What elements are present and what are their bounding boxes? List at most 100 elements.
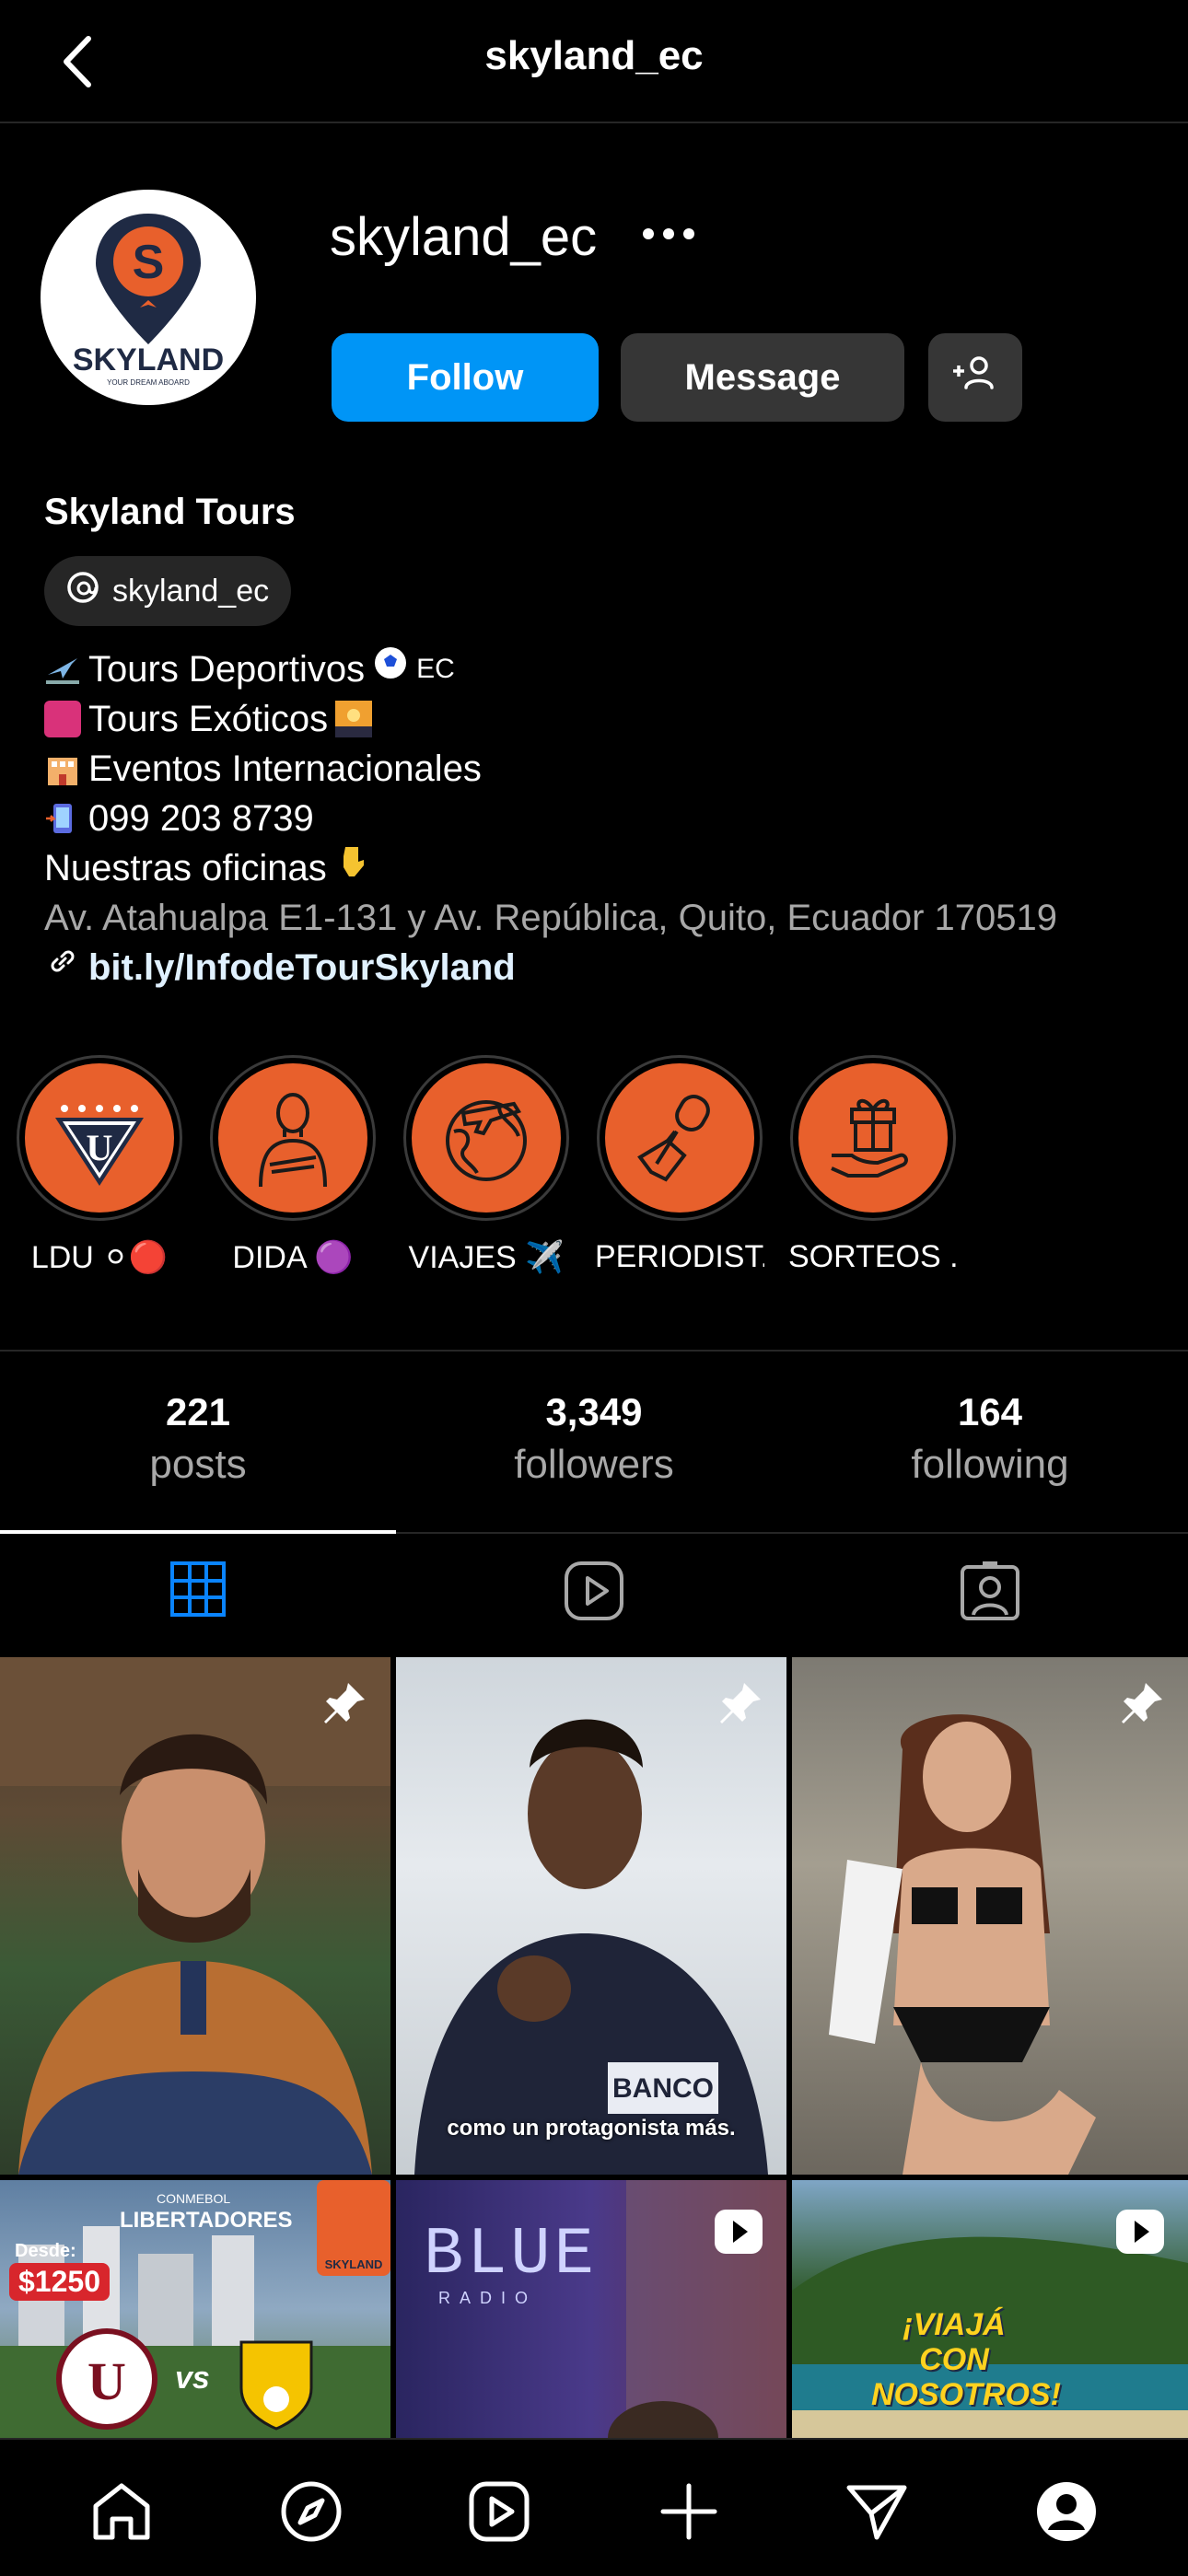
profile-username: skyland_ec bbox=[330, 207, 598, 267]
post-libertadores[interactable]: U CONMEBOL LIBERTADORES SKYLAND Desde: $… bbox=[0, 2180, 390, 2438]
reel-indicator-icon bbox=[713, 2208, 764, 2256]
globe-plane-icon bbox=[426, 1076, 546, 1201]
post-price: $1250 bbox=[9, 2263, 110, 2301]
svg-text:U: U bbox=[87, 2351, 126, 2411]
following-count[interactable]: 164 following bbox=[792, 1390, 1188, 1488]
post-vs: vs bbox=[175, 2361, 210, 2396]
stat-label: followers bbox=[514, 1442, 674, 1487]
post-overlay-small: RADIO bbox=[438, 2289, 538, 2307]
post-overlay-title: ¡VIAJÁ CON NOSOTROS! bbox=[871, 2307, 1061, 2412]
highlight-periodistas[interactable]: PERIODIST... bbox=[595, 1055, 764, 1275]
threads-badge[interactable]: skyland_ec bbox=[44, 556, 291, 626]
tab-posts-grid[interactable] bbox=[0, 1560, 396, 1624]
highlight-label: DIDA 🟣 bbox=[232, 1240, 354, 1275]
tagged-icon bbox=[959, 1560, 1021, 1624]
passport-icon bbox=[44, 701, 81, 737]
soccer-ball-icon bbox=[372, 644, 409, 694]
bio-line-2: Tours Exóticos bbox=[88, 699, 329, 739]
bio-line-1: Tours Deportivos bbox=[88, 649, 366, 690]
reel-indicator-icon bbox=[1114, 2208, 1166, 2256]
post-price-label: Desde: bbox=[15, 2241, 76, 2261]
display-name: Skyland Tours bbox=[44, 492, 296, 532]
pointing-down-icon bbox=[334, 843, 371, 893]
bio-line-1-suffix: EC bbox=[416, 654, 455, 684]
avatar[interactable]: S SKYLAND YOUR DREAM ABOARD bbox=[41, 190, 256, 405]
highlight-label: SORTEOS ... bbox=[788, 1239, 958, 1274]
ldu-crest-icon: U bbox=[35, 1072, 164, 1205]
stat-value: 3,349 bbox=[545, 1390, 643, 1433]
post-pinned-1[interactable] bbox=[0, 1657, 390, 2175]
post-pinned-3[interactable] bbox=[792, 1657, 1188, 2175]
followers-count[interactable]: 3,349 followers bbox=[396, 1390, 792, 1488]
post-blue-radio[interactable]: BLUE RADIO bbox=[396, 2180, 786, 2438]
create-icon bbox=[656, 2478, 722, 2549]
bottom-navigation bbox=[0, 2438, 1188, 2576]
bio: Tours Deportivos EC Tours Exóticos Event… bbox=[44, 644, 1057, 992]
tab-tagged[interactable] bbox=[792, 1560, 1188, 1624]
highlight-viajes[interactable]: VIAJES ✈️ bbox=[402, 1055, 571, 1276]
more-options-icon[interactable] bbox=[635, 214, 709, 260]
highlight-label: LDU ⚪🔴 bbox=[30, 1240, 169, 1275]
nav-explore[interactable] bbox=[274, 2477, 348, 2550]
highlight-ldu[interactable]: U LDU ⚪🔴 bbox=[15, 1055, 184, 1276]
threads-handle: skyland_ec bbox=[112, 573, 270, 609]
highlight-label: PERIODIST... bbox=[595, 1239, 764, 1274]
add-person-icon bbox=[951, 353, 999, 402]
stat-value: 221 bbox=[165, 1390, 231, 1433]
phone-icon bbox=[44, 800, 81, 837]
explore-icon bbox=[278, 2478, 344, 2549]
highlight-dida[interactable]: DIDA 🟣 bbox=[208, 1055, 378, 1276]
nav-profile[interactable] bbox=[1030, 2477, 1103, 2550]
home-icon bbox=[88, 2478, 155, 2549]
nav-direct[interactable] bbox=[840, 2477, 914, 2550]
pin-icon bbox=[716, 1679, 764, 1727]
profile-icon bbox=[1033, 2478, 1100, 2549]
pin-icon bbox=[1118, 1679, 1166, 1727]
svg-text:S: S bbox=[133, 236, 165, 289]
nav-create[interactable] bbox=[652, 2477, 726, 2550]
post-overlay-title: BLUE bbox=[424, 2217, 598, 2292]
pin-icon bbox=[320, 1679, 368, 1727]
reels-icon bbox=[563, 1560, 625, 1624]
nav-reels[interactable] bbox=[462, 2477, 536, 2550]
tab-reels[interactable] bbox=[396, 1560, 792, 1624]
stat-label: posts bbox=[149, 1442, 247, 1487]
highlight-label: VIAJES ✈️ bbox=[408, 1240, 565, 1275]
active-tab-indicator bbox=[0, 1530, 396, 1534]
reels-icon bbox=[466, 2478, 532, 2549]
post-overlay-title: LIBERTADORES bbox=[120, 2208, 293, 2233]
suggest-people-button[interactable] bbox=[928, 333, 1022, 422]
building-icon bbox=[44, 750, 81, 787]
svg-text:BANCO: BANCO bbox=[612, 2073, 714, 2104]
grid-icon bbox=[169, 1560, 227, 1624]
post-pinned-2[interactable]: BANCO como un protagonista más. bbox=[396, 1657, 786, 2175]
avatar-logo-text: SKYLAND bbox=[73, 342, 224, 377]
sunset-icon bbox=[335, 701, 373, 737]
highlight-sorteos[interactable]: SORTEOS ... bbox=[788, 1055, 958, 1275]
bio-line-5: Nuestras oficinas bbox=[44, 848, 327, 888]
page-title: skyland_ec bbox=[484, 33, 704, 78]
post-overlay-small: CONMEBOL bbox=[157, 2191, 231, 2206]
bio-address: Av. Atahualpa E1-131 y Av. República, Qu… bbox=[44, 898, 1058, 938]
posts-count[interactable]: 221 posts bbox=[0, 1390, 396, 1488]
stat-label: following bbox=[911, 1442, 1069, 1487]
gift-icon bbox=[813, 1076, 933, 1201]
follow-button[interactable]: Follow bbox=[332, 333, 599, 422]
bio-link[interactable]: bit.ly/InfodeTourSkyland bbox=[44, 943, 1057, 992]
airplane-icon bbox=[44, 651, 81, 688]
microphone-hand-icon bbox=[620, 1076, 740, 1201]
divider bbox=[0, 1350, 1188, 1352]
message-button[interactable]: Message bbox=[621, 333, 904, 422]
svg-text:U: U bbox=[87, 1127, 113, 1168]
link-icon bbox=[44, 943, 81, 992]
post-logo: SKYLAND bbox=[324, 2257, 383, 2271]
post-caption: como un protagonista más. bbox=[447, 2116, 736, 2141]
post-viaja-con-nosotros[interactable]: ¡VIAJÁ CON NOSOTROS! bbox=[792, 2180, 1188, 2438]
bio-phone[interactable]: 099 203 8739 bbox=[88, 794, 314, 843]
stat-value: 164 bbox=[957, 1390, 1023, 1433]
nav-home[interactable] bbox=[85, 2477, 158, 2550]
direct-icon bbox=[844, 2478, 910, 2549]
avatar-tagline: YOUR DREAM ABOARD bbox=[107, 378, 190, 387]
bio-link-text[interactable]: bit.ly/InfodeTourSkyland bbox=[88, 943, 516, 992]
bio-line-3: Eventos Internacionales bbox=[88, 748, 482, 789]
